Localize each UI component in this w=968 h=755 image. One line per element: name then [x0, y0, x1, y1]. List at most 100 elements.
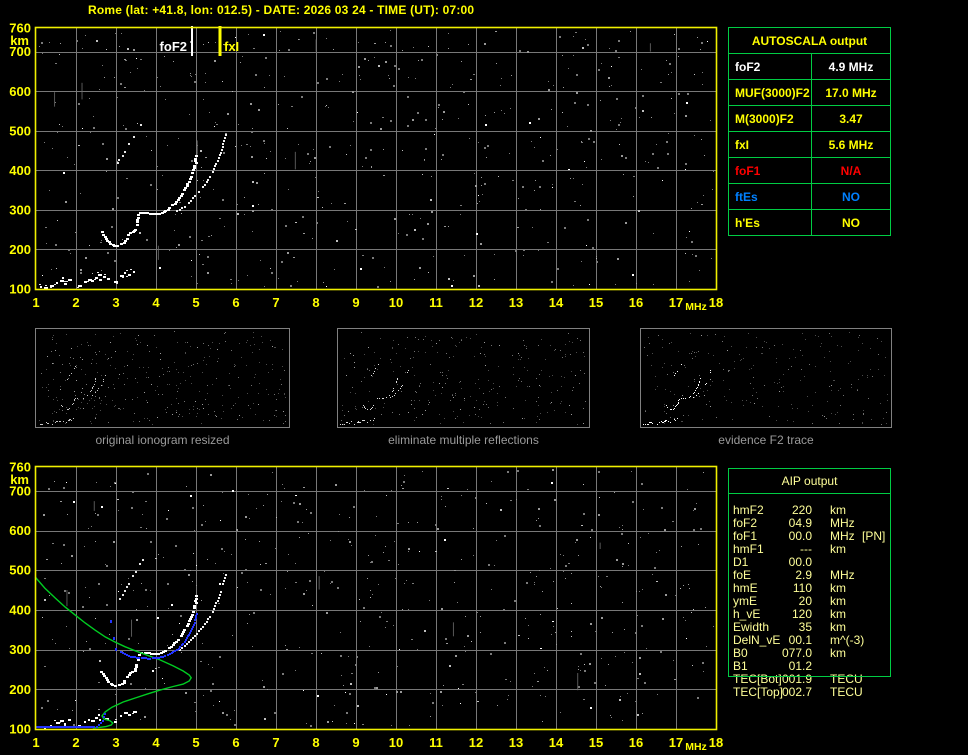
svg-text:15: 15 — [589, 295, 603, 310]
top-x-axis-unit: MHz — [685, 301, 707, 313]
autoscala-row-value: 4.9 MHz — [828, 59, 874, 74]
svg-text:6: 6 — [232, 735, 239, 750]
bottom-ionogram-plot — [34, 467, 716, 730]
thumbnail-caption-evidence: evidence F2 trace — [718, 433, 814, 447]
svg-text:16: 16 — [629, 735, 643, 750]
svg-text:13: 13 — [509, 295, 523, 310]
svg-text:400: 400 — [9, 163, 31, 178]
svg-text:2: 2 — [72, 295, 79, 310]
top-ionogram-plot: foF2 fxI — [36, 26, 716, 289]
aip-row-extra: [PN] — [862, 529, 886, 543]
svg-text:600: 600 — [9, 84, 31, 99]
autoscala-output-table: AUTOSCALA output foF2 4.9 MHz MUF(3000)F2 1… — [728, 27, 891, 236]
svg-text:500: 500 — [9, 563, 31, 578]
svg-text:4: 4 — [152, 735, 160, 750]
aip-row-d1: D1 00.0 — [728, 556, 898, 569]
thumbnail-caption-eliminate: eliminate multiple reflections — [388, 433, 539, 447]
thumbnail-original-ionogram — [35, 328, 290, 428]
autoscala-row-label: ftEs — [729, 184, 812, 209]
svg-text:10: 10 — [389, 735, 403, 750]
svg-text:6: 6 — [232, 295, 239, 310]
svg-text:100: 100 — [9, 282, 31, 297]
bottom-ionogram-plot-noise — [41, 469, 714, 727]
autoscala-app-window: Rome (lat: +41.8, lon: 012.5) - DATE: 20… — [0, 0, 968, 755]
thumbnail-evidence-f2-trace — [640, 328, 892, 428]
autoscala-row-value: 5.6 MHz — [828, 137, 874, 152]
autoscala-row-value: NO — [842, 215, 860, 230]
autoscala-row-label: MUF(3000)F2 — [729, 80, 812, 105]
fxI-marker-label: fxI — [224, 39, 239, 54]
top-plot-border — [34, 26, 718, 291]
aip-row-value: 002.7 — [781, 685, 812, 699]
thumbnail-evidence-f2-trace-border — [640, 328, 892, 428]
autoscala-row-label: foF1 — [729, 158, 812, 183]
svg-text:7: 7 — [272, 295, 279, 310]
svg-text:16: 16 — [629, 295, 643, 310]
aip-row-b0: B0 077.0 km — [728, 647, 898, 660]
svg-text:17: 17 — [669, 735, 683, 750]
bottom-x-axis-ticks: 1 2 3 4 5 6 7 8 9 10 11 12 13 14 15 16 17 18MHz — [32, 735, 723, 753]
aip-row-tec-top-: TEC[Top] 002.7 TECU — [728, 686, 898, 699]
autoscala-row-fof2: foF2 4.9 MHz — [729, 53, 890, 79]
autoscala-row-value: N/A — [840, 163, 862, 178]
svg-text:18: 18 — [709, 295, 723, 310]
top-y-axis-unit: km — [10, 33, 29, 48]
autoscala-row-fxi: fxI 5.6 MHz — [729, 131, 890, 157]
svg-text:11: 11 — [429, 295, 443, 310]
autoscala-row-label: h'Es — [729, 210, 812, 235]
svg-text:5: 5 — [192, 735, 199, 750]
bottom-y-axis-unit: km — [10, 472, 29, 487]
autoscala-table-header: AUTOSCALA output — [751, 33, 868, 48]
svg-text:1: 1 — [32, 295, 39, 310]
aip-row-unit: TECU — [830, 685, 863, 699]
svg-text:14: 14 — [549, 735, 564, 750]
autoscala-row-ftes: ftEs NO — [729, 183, 890, 209]
svg-text:8: 8 — [312, 295, 319, 310]
top-y-axis-ticks: 760700600500400300200100km — [9, 21, 31, 297]
autoscala-row-fof1: foF1 N/A — [729, 157, 890, 183]
svg-text:100: 100 — [9, 722, 31, 737]
foF2-marker-label: foF2 — [160, 39, 187, 54]
autoscala-row-m-3000-f2: M(3000)F2 3.47 — [729, 105, 890, 131]
svg-text:7: 7 — [272, 735, 279, 750]
aip-row-unit: km — [830, 646, 846, 660]
thumbnail-eliminate-reflections — [337, 328, 590, 428]
thumbnail-caption-original: original ionogram resized — [95, 433, 230, 447]
aip-row-hmf1: hmF1 --- km — [728, 543, 898, 556]
svg-text:13: 13 — [509, 735, 523, 750]
svg-text:15: 15 — [589, 735, 603, 750]
svg-text:9: 9 — [352, 735, 359, 750]
bottom-y-axis-ticks: 760700600500400300200100km — [9, 460, 31, 737]
svg-text:200: 200 — [9, 682, 31, 697]
svg-text:400: 400 — [9, 602, 31, 617]
svg-text:300: 300 — [9, 642, 31, 657]
svg-text:12: 12 — [469, 295, 483, 310]
autoscala-row-value: 3.47 — [839, 111, 863, 126]
autoscala-row-value: 17.0 MHz — [825, 85, 877, 100]
bottom-x-axis-unit: MHz — [685, 741, 707, 753]
svg-text:12: 12 — [469, 735, 483, 750]
frequency-markers: foF2 fxI — [160, 26, 239, 56]
svg-text:9: 9 — [352, 295, 359, 310]
aip-row-deln-ve: DelN_vE 00.1 m^(-3) — [728, 634, 898, 647]
top-x-axis-ticks: 1 2 3 4 5 6 7 8 9 10 11 12 13 14 15 16 17 18MHz — [32, 295, 723, 313]
svg-text:300: 300 — [9, 202, 31, 217]
svg-text:18: 18 — [709, 735, 723, 750]
autoscala-row-label: M(3000)F2 — [729, 106, 812, 131]
svg-text:4: 4 — [152, 295, 160, 310]
svg-text:5: 5 — [192, 295, 199, 310]
svg-text:8: 8 — [312, 735, 319, 750]
svg-text:500: 500 — [9, 123, 31, 138]
top-ionogram-plot-echo-traces — [39, 124, 227, 289]
thumbnail-original-ionogram-border — [35, 328, 290, 428]
aip-row-unit: km — [830, 542, 846, 556]
svg-text:2: 2 — [72, 735, 79, 750]
svg-text:3: 3 — [112, 295, 119, 310]
autoscala-row-label: fxI — [729, 132, 812, 157]
aip-output-rows: hmF2 220 km foF2 04.9 MHz foF1 00.0 MHz [PN] hmF1-… — [728, 504, 898, 699]
svg-text:200: 200 — [9, 242, 31, 257]
svg-text:10: 10 — [389, 295, 403, 310]
svg-text:1: 1 — [32, 735, 39, 750]
electron-density-profile-line — [34, 576, 193, 729]
svg-text:600: 600 — [9, 523, 31, 538]
